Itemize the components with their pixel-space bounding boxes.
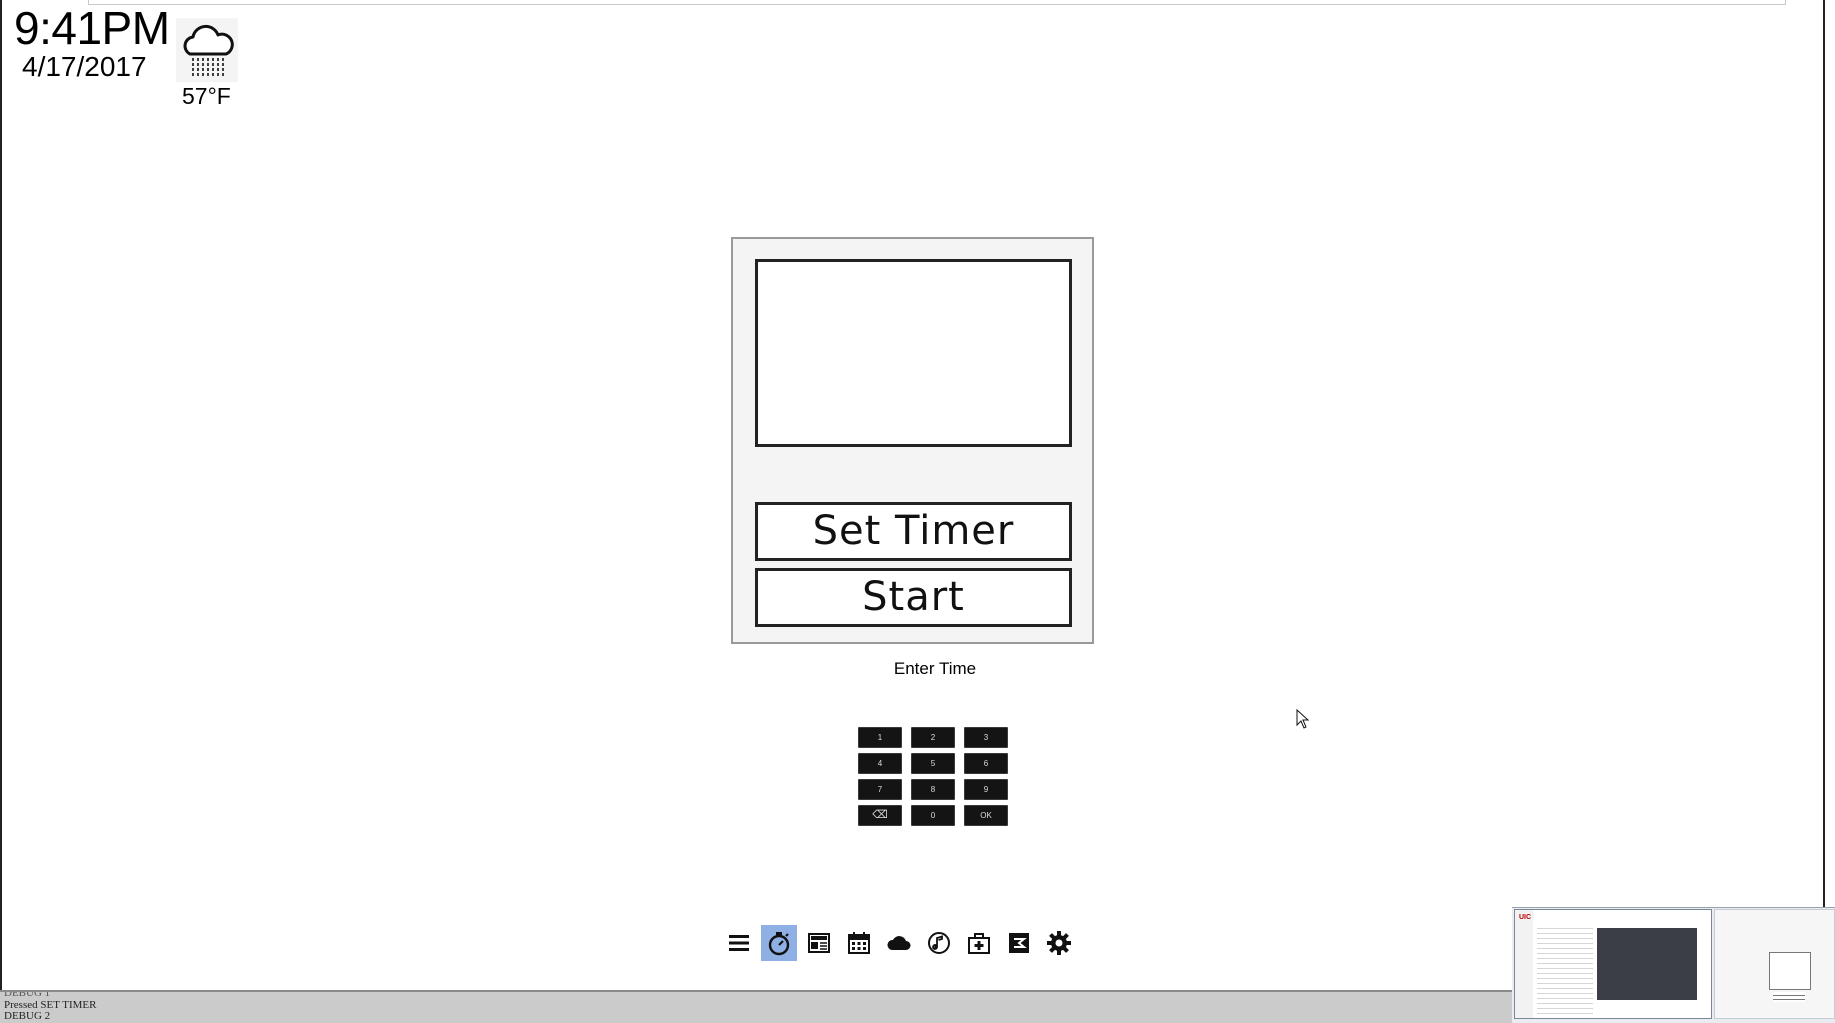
- window-thumbnail-browser[interactable]: UIC: [1514, 909, 1712, 1019]
- temperature: 57°F: [182, 83, 231, 109]
- key-7[interactable]: 7: [858, 779, 902, 800]
- news-button[interactable]: [801, 925, 837, 961]
- timer-display: [755, 259, 1072, 447]
- key-5[interactable]: 5: [911, 753, 955, 774]
- calendar-button[interactable]: [841, 925, 877, 961]
- box-button[interactable]: [1001, 925, 1037, 961]
- box-icon: [1009, 933, 1029, 953]
- key-4[interactable]: 4: [858, 753, 902, 774]
- clock-date: 4/17/2017: [22, 51, 147, 82]
- menu-icon: [729, 935, 749, 951]
- window-left-edge: [0, 0, 2, 990]
- window-thumbnail-app[interactable]: [1714, 909, 1835, 1019]
- timer-panel: Set Timer Start: [731, 237, 1094, 644]
- timer-icon: [768, 932, 790, 956]
- first-aid-button[interactable]: [961, 925, 997, 961]
- browser-top-strip: [88, 0, 1786, 5]
- key-1[interactable]: 1: [858, 727, 902, 748]
- thumbnail-logo: UIC: [1519, 914, 1532, 921]
- settings-button[interactable]: [1041, 925, 1077, 961]
- thumbnail-editor: [1597, 928, 1697, 1000]
- settings-icon: [1047, 931, 1071, 955]
- music-icon: [928, 932, 950, 954]
- set-timer-button[interactable]: Set Timer: [755, 502, 1072, 561]
- enter-time-prompt: Enter Time: [893, 659, 977, 678]
- timer-button[interactable]: [761, 925, 797, 961]
- debug-line: DEBUG 1: [4, 990, 51, 999]
- thumbnail-list: [1537, 924, 1593, 1014]
- clock-time: 9:41PM: [14, 2, 170, 54]
- weather-button[interactable]: [881, 925, 917, 961]
- mouse-cursor-icon: [1296, 708, 1310, 734]
- key-0[interactable]: 0: [911, 805, 955, 826]
- bottom-toolbar: [721, 925, 1077, 961]
- first-aid-icon: [968, 933, 990, 954]
- news-icon: [808, 933, 830, 953]
- rain-cloud-icon: [176, 18, 238, 82]
- music-button[interactable]: [921, 925, 957, 961]
- key-8[interactable]: 8: [911, 779, 955, 800]
- key-backspace[interactable]: ⌫: [858, 805, 902, 826]
- key-6[interactable]: 6: [964, 753, 1008, 774]
- key-2[interactable]: 2: [911, 727, 955, 748]
- debug-line: DEBUG 2: [4, 1010, 51, 1022]
- key-3[interactable]: 3: [964, 727, 1008, 748]
- window-right-gutter: [1825, 0, 1835, 908]
- number-keypad: 1 2 3 4 5 6 7 8 9 ⌫ 0 OK: [858, 727, 1010, 827]
- cloud-icon: [887, 936, 911, 950]
- start-button[interactable]: Start: [755, 568, 1072, 627]
- menu-button[interactable]: [721, 925, 757, 961]
- key-ok[interactable]: OK: [964, 805, 1008, 826]
- thumbnail-sidebar: [1515, 910, 1533, 1018]
- thumbnail-buttons: [1773, 992, 1805, 1002]
- calendar-icon: [848, 932, 870, 954]
- debug-log: DEBUG 1 Pressed SET TIMER DEBUG 2: [0, 990, 1513, 1023]
- key-9[interactable]: 9: [964, 779, 1008, 800]
- thumbnail-panel: [1769, 952, 1811, 990]
